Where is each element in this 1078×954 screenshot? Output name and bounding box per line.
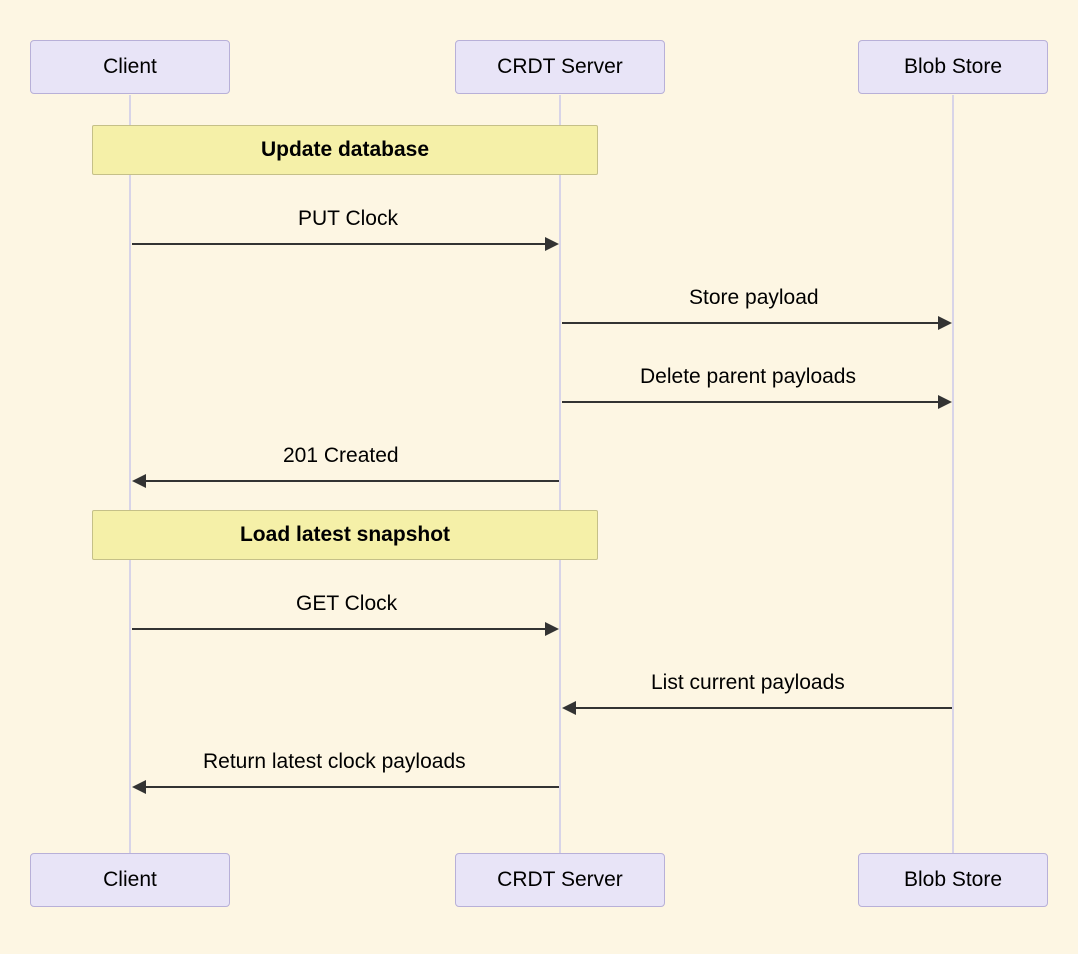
participant-client-bottom: Client (30, 853, 230, 907)
lifeline-client (129, 95, 131, 853)
arrowhead-created (132, 474, 146, 488)
message-created: 201 Created (283, 444, 399, 468)
arrowhead-put-clock (545, 237, 559, 251)
participant-client-top: Client (30, 40, 230, 94)
participant-server-top: CRDT Server (455, 40, 665, 94)
lifeline-blob (952, 95, 954, 853)
arrow-store-payload (562, 322, 938, 324)
arrow-get-clock (132, 628, 545, 630)
arrow-list-current (576, 707, 952, 709)
arrowhead-store-payload (938, 316, 952, 330)
arrow-put-clock (132, 243, 545, 245)
message-store-payload: Store payload (689, 286, 819, 310)
arrowhead-return-latest (132, 780, 146, 794)
message-return-latest: Return latest clock payloads (203, 750, 466, 774)
note-load-snapshot: Load latest snapshot (92, 510, 598, 560)
arrowhead-get-clock (545, 622, 559, 636)
arrowhead-list-current (562, 701, 576, 715)
arrow-delete-parent (562, 401, 938, 403)
note-update-database: Update database (92, 125, 598, 175)
message-list-current: List current payloads (651, 671, 845, 695)
participant-server-bottom: CRDT Server (455, 853, 665, 907)
message-put-clock: PUT Clock (298, 207, 398, 231)
arrowhead-delete-parent (938, 395, 952, 409)
participant-blob-bottom: Blob Store (858, 853, 1048, 907)
arrow-created (146, 480, 559, 482)
message-get-clock: GET Clock (296, 592, 397, 616)
message-delete-parent: Delete parent payloads (640, 365, 856, 389)
lifeline-server (559, 95, 561, 853)
arrow-return-latest (146, 786, 559, 788)
participant-blob-top: Blob Store (858, 40, 1048, 94)
